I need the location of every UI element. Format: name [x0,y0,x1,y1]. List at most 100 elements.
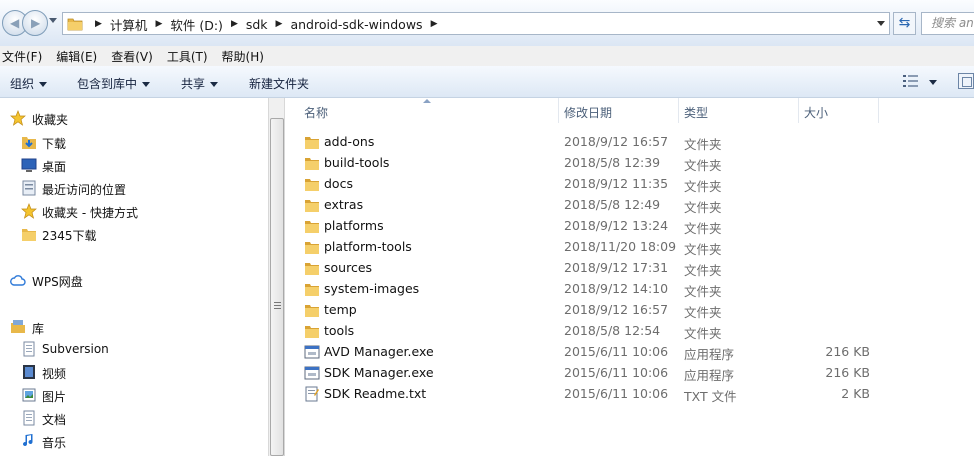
share-label: 共享 [181,77,206,91]
breadcrumb: ▶ 计算机 ▶ 软件 (D:) ▶ sdk ▶ android-sdk-wind… [87,15,445,34]
breadcrumb-android-sdk-windows[interactable]: android-sdk-windows [290,17,422,32]
file-row[interactable]: SDK Manager.exe 2015/6/11 10:06 应用程序 216 KB [286,362,974,383]
breadcrumb-drive-d[interactable]: 软件 (D:) [170,15,223,34]
nav-item-videos[interactable]: 视频 [0,362,268,382]
nav-item-label: 桌面 [42,160,67,174]
file-row[interactable]: platforms 2018/9/12 13:24 文件夹 [286,215,974,236]
column-divider[interactable] [678,98,679,123]
file-row[interactable]: SDK Readme.txt 2015/6/11 10:06 TXT 文件 2 KB [286,383,974,404]
file-name: temp [324,302,357,317]
nav-pane-scrollbar-thumb[interactable] [270,118,284,456]
file-row[interactable]: add-ons 2018/9/12 16:57 文件夹 [286,131,974,152]
file-name: system-images [324,281,420,296]
new-folder-button[interactable]: 新建文件夹 [249,75,309,92]
forward-button[interactable]: ▶ [22,10,48,36]
cloud-icon [10,275,26,286]
menu-view[interactable]: 查看(V) [111,48,153,65]
breadcrumb-sdk[interactable]: sdk [246,17,268,32]
file-date: 2018/11/20 18:09 [564,239,677,254]
column-header-size[interactable]: 大小 [804,104,828,121]
column-header-type[interactable]: 类型 [684,104,708,121]
nav-item-documents[interactable]: 文档 [0,408,268,428]
file-name: platforms [324,218,384,233]
file-name: SDK Readme.txt [324,386,427,401]
picture-icon [22,388,36,402]
refresh-icon: ⇆ [898,15,911,31]
nav-item-pictures[interactable]: 图片 [0,385,268,405]
file-type: 文件夹 [684,263,722,278]
nav-item-subversion[interactable]: Subversion [0,339,268,359]
file-row[interactable]: sources 2018/9/12 17:31 文件夹 [286,257,974,278]
view-options-dropdown[interactable] [929,80,937,85]
file-date: 2018/5/8 12:54 [564,323,661,338]
address-field[interactable]: ▶ 计算机 ▶ 软件 (D:) ▶ sdk ▶ android-sdk-wind… [62,12,890,35]
file-date: 2018/9/12 14:10 [564,281,669,296]
nav-favorites[interactable]: 收藏夹 [0,108,268,128]
organize-button[interactable]: 组织 [10,75,48,92]
file-row[interactable]: build-tools 2018/5/8 12:39 文件夹 [286,152,974,173]
nav-library[interactable]: 库 [0,317,268,337]
nav-item-2345-downloads[interactable]: 2345下载 [0,224,268,244]
star-icon [10,110,26,126]
search-input[interactable]: 搜索 and [921,12,974,35]
folder-icon [305,179,319,191]
file-row[interactable]: system-images 2018/9/12 14:10 文件夹 [286,278,974,299]
folder-icon [67,18,83,31]
file-date: 2015/6/11 10:06 [564,365,669,380]
file-row[interactable]: extras 2018/5/8 12:49 文件夹 [286,194,974,215]
menu-edit[interactable]: 编辑(E) [56,48,97,65]
column-header-name[interactable]: 名称 [304,104,328,121]
file-row[interactable]: platform-tools 2018/11/20 18:09 文件夹 [286,236,974,257]
file-date: 2018/9/12 17:31 [564,260,669,275]
nav-library-label: 库 [32,322,45,336]
share-button[interactable]: 共享 [181,75,219,92]
folder-icon [305,326,319,338]
library-icon [11,320,25,333]
file-type: 文件夹 [684,284,722,299]
preview-pane-button[interactable] [958,73,974,89]
menu-file[interactable]: 文件(F) [2,48,42,65]
nav-item-label: 最近访问的位置 [42,183,127,197]
file-date: 2018/9/12 11:35 [564,176,669,191]
recent-pages-dropdown[interactable] [49,18,57,23]
breadcrumb-separator-icon[interactable]: ▶ [231,19,238,29]
column-header-date[interactable]: 修改日期 [564,104,612,121]
nav-item-desktop[interactable]: 桌面 [0,155,268,175]
nav-item-downloads[interactable]: 下载 [0,132,268,152]
breadcrumb-separator-icon[interactable]: ▶ [95,19,102,29]
menu-bar: 文件(F) 编辑(E) 查看(V) 工具(T) 帮助(H) [0,46,974,66]
file-row[interactable]: tools 2018/5/8 12:54 文件夹 [286,320,974,341]
refresh-button[interactable]: ⇆ [893,12,916,35]
file-type: 文件夹 [684,221,722,236]
menu-help[interactable]: 帮助(H) [222,48,264,65]
breadcrumb-separator-icon[interactable]: ▶ [431,19,438,29]
nav-item-recent-places[interactable]: 最近访问的位置 [0,178,268,198]
breadcrumb-computer[interactable]: 计算机 [110,15,148,34]
column-divider[interactable] [798,98,799,123]
nav-item-label: 收藏夹 - 快捷方式 [42,206,138,220]
nav-pane-scrollbar[interactable] [268,98,285,456]
music-icon [23,434,33,447]
column-divider[interactable] [558,98,559,123]
file-type: 文件夹 [684,326,722,341]
file-date: 2015/6/11 10:06 [564,344,669,359]
video-icon [23,365,35,379]
chevron-down-icon [142,82,151,87]
address-history-dropdown[interactable] [877,21,885,26]
nav-item-favorites-shortcut[interactable]: 收藏夹 - 快捷方式 [0,201,268,221]
column-divider[interactable] [878,98,879,123]
view-options-icon[interactable] [902,74,920,88]
menu-tools[interactable]: 工具(T) [167,48,208,65]
file-list: 名称 修改日期 类型 大小 add-ons 2018/9/12 16:57 文件夹 b… [286,98,974,456]
include-in-library-button[interactable]: 包含到库中 [77,75,151,92]
breadcrumb-separator-icon[interactable]: ▶ [276,19,283,29]
exe-icon [304,366,320,380]
nav-item-label: 视频 [42,367,67,381]
nav-item-music[interactable]: 音乐 [0,431,268,451]
nav-wps-cloud[interactable]: WPS网盘 [0,270,268,290]
file-row[interactable]: docs 2018/9/12 11:35 文件夹 [286,173,974,194]
file-date: 2018/9/12 16:57 [564,302,669,317]
breadcrumb-separator-icon[interactable]: ▶ [155,19,162,29]
file-row[interactable]: temp 2018/9/12 16:57 文件夹 [286,299,974,320]
file-row[interactable]: AVD Manager.exe 2015/6/11 10:06 应用程序 216 KB [286,341,974,362]
